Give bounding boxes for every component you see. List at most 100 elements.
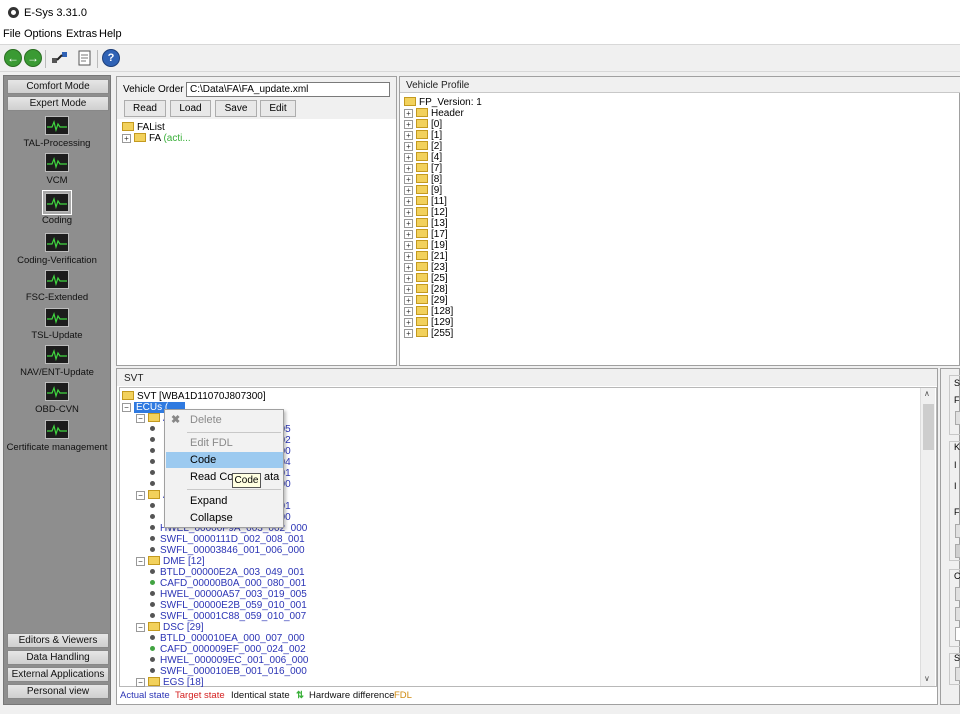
tree-node-profile[interactable]: + [7] (404, 163, 482, 174)
tree-node-ecu-egs[interactable]: − EGS [18] (122, 677, 308, 688)
tree-node-profile[interactable]: + [0] (404, 119, 482, 130)
scroll-up-icon[interactable]: ∧ (924, 389, 930, 398)
tree-leaf-sgbm[interactable]: BTLD_000010EA_000_007_000 (122, 633, 308, 644)
expand-icon[interactable]: + (404, 318, 413, 327)
tree-node-fa[interactable]: + FA (acti... (122, 133, 191, 144)
forward-icon[interactable]: → (24, 49, 42, 67)
expand-icon[interactable]: + (404, 120, 413, 129)
expand-icon[interactable]: + (404, 153, 413, 162)
external-applications-button[interactable]: External Applications (7, 667, 109, 682)
tree-node-ecu-dsc[interactable]: − DSC [29] (122, 622, 308, 633)
tree-leaf-sgbm[interactable]: HWEL_000009EC_001_006_000 (122, 655, 308, 666)
vehicle-order-path-field[interactable]: C:\Data\FA\FA_update.xml (186, 82, 390, 97)
tree-node-profile[interactable]: + [12] (404, 207, 482, 218)
load-button[interactable]: Load (170, 100, 211, 117)
connect-icon[interactable] (51, 49, 69, 67)
tree-node-profile[interactable]: + [25] (404, 273, 482, 284)
menu-options[interactable]: Options (24, 28, 62, 40)
collapse-icon[interactable]: − (136, 557, 145, 566)
tree-leaf-sgbm[interactable]: SWFL_00000E2B_059_010_001 (122, 600, 308, 611)
save-button[interactable]: Save (215, 100, 257, 117)
data-handling-button[interactable]: Data Handling (7, 650, 109, 665)
tree-node-profile[interactable]: + [255] (404, 328, 482, 339)
tree-node-profile[interactable]: + [17] (404, 229, 482, 240)
tree-node-profile[interactable]: + [23] (404, 262, 482, 273)
expand-icon[interactable]: + (404, 329, 413, 338)
tree-node-profile[interactable]: + [11] (404, 196, 482, 207)
tree-node-profile[interactable]: + [1] (404, 130, 482, 141)
expand-icon[interactable]: + (404, 296, 413, 305)
tree-node-profile[interactable]: + [13] (404, 218, 482, 229)
collapse-icon[interactable]: − (136, 623, 145, 632)
expand-icon[interactable]: + (404, 285, 413, 294)
svt-scrollbar[interactable]: ∧ ∨ (920, 388, 935, 686)
tree-node-profile[interactable]: + [2] (404, 141, 482, 152)
tree-node-profile[interactable]: + [21] (404, 251, 482, 262)
menu-item-delete[interactable]: ✖ Delete (166, 412, 283, 428)
back-icon[interactable]: ← (4, 49, 22, 67)
collapse-icon[interactable]: − (136, 414, 145, 423)
expert-mode-button[interactable]: Expert Mode (7, 96, 109, 111)
expand-icon[interactable]: + (404, 175, 413, 184)
right-edge-button[interactable] (955, 524, 960, 538)
menu-item-edit-fdl[interactable]: Edit FDL (166, 435, 283, 451)
tree-node-fp-version[interactable]: FP_Version: 1 (404, 97, 482, 108)
edit-button[interactable]: Edit (260, 100, 296, 117)
menu-item-read-coding-data[interactable]: Read Co ata (166, 469, 283, 485)
tree-node-falist[interactable]: FAList (122, 122, 191, 133)
expand-icon[interactable]: + (404, 252, 413, 261)
tree-node-profile[interactable]: + [9] (404, 185, 482, 196)
right-edge-button[interactable] (955, 411, 960, 425)
tree-node-svt[interactable]: SVT [WBA1D11070J807300] (122, 391, 308, 402)
expand-icon[interactable]: + (404, 109, 413, 118)
comfort-mode-button[interactable]: Comfort Mode (7, 79, 109, 94)
menu-extras[interactable]: Extras (66, 28, 97, 40)
right-edge-button[interactable] (955, 607, 960, 621)
tree-node-profile[interactable]: + [4] (404, 152, 482, 163)
expand-icon[interactable]: + (404, 219, 413, 228)
menu-item-code[interactable]: Code (166, 452, 283, 468)
expand-icon[interactable]: + (404, 142, 413, 151)
expand-icon[interactable]: + (404, 164, 413, 173)
menu-item-expand[interactable]: Expand (166, 493, 283, 509)
menu-item-collapse[interactable]: Collapse (166, 510, 283, 526)
tree-node-profile[interactable]: + [19] (404, 240, 482, 251)
document-icon[interactable] (76, 49, 94, 67)
personal-view-button[interactable]: Personal view (7, 684, 109, 699)
tree-leaf-sgbm[interactable]: SWFL_00001C88_059_010_007 (122, 611, 308, 622)
expand-icon[interactable]: + (404, 263, 413, 272)
scrollbar-thumb[interactable] (923, 404, 934, 450)
right-edge-button[interactable] (955, 544, 960, 558)
right-edge-button[interactable] (955, 587, 960, 601)
tree-leaf-sgbm[interactable]: SWFL_000010EB_001_016_000 (122, 666, 308, 677)
expand-icon[interactable]: + (404, 274, 413, 283)
expand-icon[interactable]: + (404, 307, 413, 316)
right-edge-button[interactable] (955, 667, 960, 681)
expand-icon[interactable]: + (404, 208, 413, 217)
tree-leaf-sgbm[interactable]: BTLD_00000E2A_003_049_001 (122, 567, 308, 578)
tree-node-profile[interactable]: + Header (404, 108, 482, 119)
tree-leaf-sgbm[interactable]: HWEL_00000A57_003_019_005 (122, 589, 308, 600)
expand-icon[interactable]: + (404, 230, 413, 239)
collapse-icon[interactable]: − (136, 491, 145, 500)
menu-file[interactable]: File (3, 28, 21, 40)
expand-icon[interactable]: + (404, 131, 413, 140)
tree-node-profile[interactable]: + [129] (404, 317, 482, 328)
tree-leaf-sgbm[interactable]: SWFL_00003846_001_006_000 (122, 545, 308, 556)
expand-icon[interactable]: + (404, 241, 413, 250)
collapse-icon[interactable]: − (136, 678, 145, 687)
expand-icon[interactable]: + (404, 197, 413, 206)
menu-help[interactable]: Help (99, 28, 122, 40)
expand-icon[interactable]: + (122, 134, 131, 143)
expand-icon[interactable]: + (404, 186, 413, 195)
help-icon[interactable]: ? (102, 49, 120, 67)
tree-leaf-sgbm[interactable]: CAFD_000009EF_000_024_002 (122, 644, 308, 655)
scroll-down-icon[interactable]: ∨ (924, 674, 930, 683)
collapse-icon[interactable]: − (122, 403, 131, 412)
tree-node-profile[interactable]: + [29] (404, 295, 482, 306)
tree-node-ecu-dme[interactable]: − DME [12] (122, 556, 308, 567)
editors-viewers-button[interactable]: Editors & Viewers (7, 633, 109, 648)
tree-leaf-sgbm[interactable]: CAFD_00000B0A_000_080_001 (122, 578, 308, 589)
tree-leaf-sgbm[interactable]: SWFL_0000111D_002_008_001 (122, 534, 308, 545)
tree-node-profile[interactable]: + [28] (404, 284, 482, 295)
